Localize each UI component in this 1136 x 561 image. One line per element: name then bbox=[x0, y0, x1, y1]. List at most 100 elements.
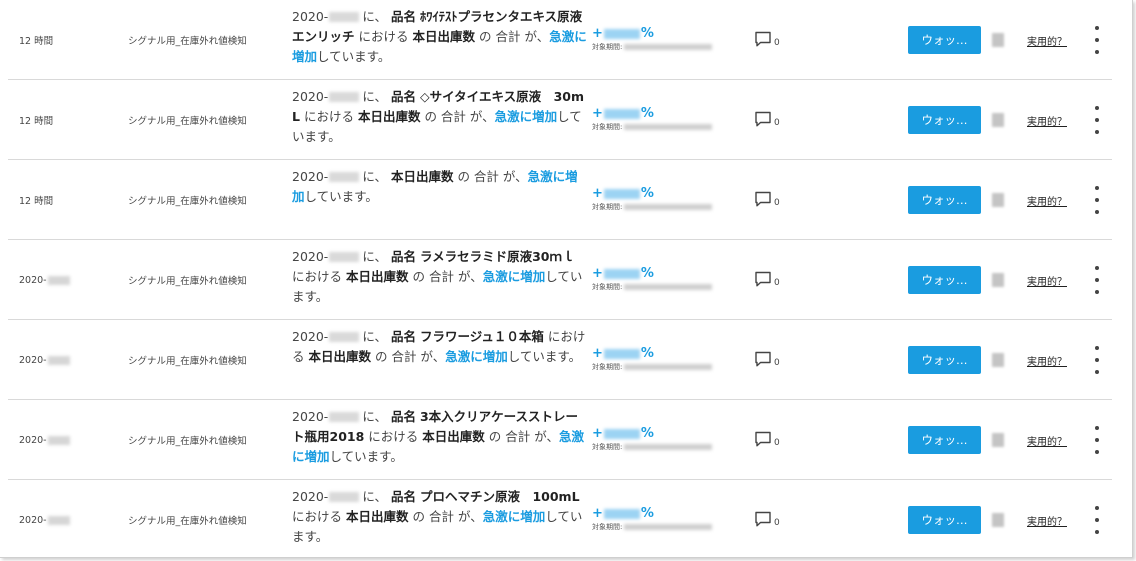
product-name-label: 品名 bbox=[390, 9, 416, 24]
period-redaction bbox=[624, 444, 713, 450]
percent-redaction bbox=[603, 508, 640, 519]
more-vert-icon[interactable] bbox=[1090, 186, 1104, 214]
more-vert-icon[interactable] bbox=[1090, 266, 1104, 294]
useful-link[interactable]: 実用的？ bbox=[1027, 113, 1067, 128]
date-redaction bbox=[329, 492, 360, 502]
alert-row: 2020- シグナル用_在庫外れ値検知 2020- に、 品名 プロヘマチン原液 … bbox=[8, 480, 1112, 560]
alert-message: 2020- に、 品名 ﾎﾜｲﾃｽﾄプラセンタエキス原液エンリッチ における 本日… bbox=[292, 7, 588, 67]
percent-suffix: % bbox=[640, 426, 654, 441]
avatar bbox=[992, 33, 1004, 47]
message-date: 2020- bbox=[292, 9, 329, 24]
comment-count[interactable]: 0 bbox=[754, 430, 780, 448]
comment-count[interactable]: 0 bbox=[754, 110, 780, 128]
percent-redaction bbox=[603, 268, 640, 279]
percent-prefix: + bbox=[592, 186, 603, 201]
comment-count-value: 0 bbox=[774, 278, 780, 288]
product-name-label: 品名 bbox=[390, 409, 416, 424]
watch-button[interactable]: ウォッ… bbox=[908, 266, 981, 294]
message-of: の 合計 が、 bbox=[457, 169, 528, 184]
period-label: 対象期間: bbox=[592, 283, 623, 291]
signal-name: シグナル用_在庫外れ値検知 bbox=[128, 436, 247, 447]
watch-button[interactable]: ウォッ… bbox=[908, 426, 981, 454]
message-tail: しています。 bbox=[317, 49, 391, 64]
useful-link[interactable]: 実用的？ bbox=[1027, 193, 1067, 208]
percent-suffix: % bbox=[640, 26, 654, 41]
metric-name: 本日出庫数 bbox=[308, 349, 372, 364]
period-redaction bbox=[624, 364, 713, 370]
watch-button[interactable]: ウォッ… bbox=[908, 346, 981, 374]
percent-prefix: + bbox=[592, 266, 603, 281]
metric-name: 本日出庫数 bbox=[412, 29, 476, 44]
percent-redaction bbox=[603, 348, 640, 359]
percent-prefix: + bbox=[592, 506, 603, 521]
comment-icon bbox=[755, 191, 771, 207]
comment-icon bbox=[755, 31, 771, 47]
message-tail: しています。 bbox=[304, 189, 378, 204]
comment-icon bbox=[755, 111, 771, 127]
message-tail: しています。 bbox=[507, 349, 582, 364]
alert-message: 2020- に、 品名 ラメラセラミド原液30ｍｌ における 本日出庫数 の 合計… bbox=[292, 247, 588, 307]
useful-link[interactable]: 実用的？ bbox=[1027, 433, 1067, 448]
comment-count-value: 0 bbox=[774, 438, 780, 448]
date-redaction bbox=[329, 252, 360, 262]
signal-name: シグナル用_在庫外れ値検知 bbox=[128, 196, 247, 207]
comment-count[interactable]: 0 bbox=[754, 510, 780, 528]
change-percent: +% 対象期間: bbox=[592, 346, 713, 372]
comment-icon bbox=[755, 351, 771, 367]
comment-count[interactable]: 0 bbox=[754, 270, 780, 288]
watch-button[interactable]: ウォッ… bbox=[908, 106, 981, 134]
percent-prefix: + bbox=[592, 26, 603, 41]
more-vert-icon[interactable] bbox=[1090, 26, 1104, 54]
date-redaction bbox=[329, 332, 360, 342]
message-date: 2020- bbox=[292, 249, 329, 264]
period-redaction bbox=[624, 524, 713, 530]
watch-button[interactable]: ウォッ… bbox=[908, 506, 981, 534]
message-of: の 合計 が、 bbox=[488, 429, 559, 444]
useful-link[interactable]: 実用的？ bbox=[1027, 353, 1067, 368]
trend-text: 急激に増加 bbox=[445, 349, 508, 364]
date-redaction bbox=[329, 412, 360, 422]
message-mid: における bbox=[303, 109, 354, 124]
useful-link[interactable]: 実用的？ bbox=[1027, 33, 1067, 48]
signal-name: シグナル用_在庫外れ値検知 bbox=[128, 36, 247, 47]
comment-count[interactable]: 0 bbox=[754, 350, 780, 368]
metric-name: 本日出庫数 bbox=[422, 429, 485, 444]
change-percent: +% 対象期間: bbox=[592, 506, 713, 532]
avatar bbox=[992, 113, 1004, 127]
message-of: の 合計 が、 bbox=[424, 109, 495, 124]
percent-prefix: + bbox=[592, 106, 603, 121]
more-vert-icon[interactable] bbox=[1090, 506, 1104, 534]
percent-redaction bbox=[603, 188, 640, 199]
useful-link[interactable]: 実用的？ bbox=[1027, 273, 1067, 288]
avatar bbox=[992, 273, 1004, 287]
more-vert-icon[interactable] bbox=[1090, 346, 1104, 374]
message-ni: に、 bbox=[362, 489, 387, 504]
alert-message: 2020- に、 品名 フラワージュ１０本箱 における 本日出庫数 の 合計 が、… bbox=[292, 327, 588, 367]
more-vert-icon[interactable] bbox=[1090, 426, 1104, 454]
message-mid: における bbox=[292, 269, 343, 284]
product-name: フラワージュ１０本箱 bbox=[419, 329, 544, 344]
alert-time: 12 時間 bbox=[19, 116, 54, 127]
avatar bbox=[992, 513, 1004, 527]
trend-text: 急激に増加 bbox=[494, 109, 558, 124]
percent-redaction bbox=[603, 428, 640, 439]
percent-redaction bbox=[603, 108, 640, 119]
product-name-label: 品名 bbox=[390, 489, 416, 504]
more-vert-icon[interactable] bbox=[1090, 106, 1104, 134]
message-mid: における bbox=[292, 509, 343, 524]
comment-count[interactable]: 0 bbox=[754, 190, 780, 208]
percent-suffix: % bbox=[640, 506, 654, 521]
alert-time: 2020- bbox=[19, 320, 70, 400]
alert-time: 2020- bbox=[19, 480, 70, 560]
trend-text: 急激に増加 bbox=[482, 269, 546, 284]
watch-button[interactable]: ウォッ… bbox=[908, 186, 981, 214]
comment-count[interactable]: 0 bbox=[754, 30, 780, 48]
useful-link[interactable]: 実用的？ bbox=[1027, 513, 1067, 528]
percent-suffix: % bbox=[640, 266, 654, 281]
period-label: 対象期間: bbox=[592, 523, 623, 531]
message-date: 2020- bbox=[292, 489, 329, 504]
percent-redaction bbox=[603, 28, 640, 39]
message-ni: に、 bbox=[362, 249, 387, 264]
watch-button[interactable]: ウォッ… bbox=[908, 26, 981, 54]
alert-time: 2020- bbox=[19, 400, 70, 480]
